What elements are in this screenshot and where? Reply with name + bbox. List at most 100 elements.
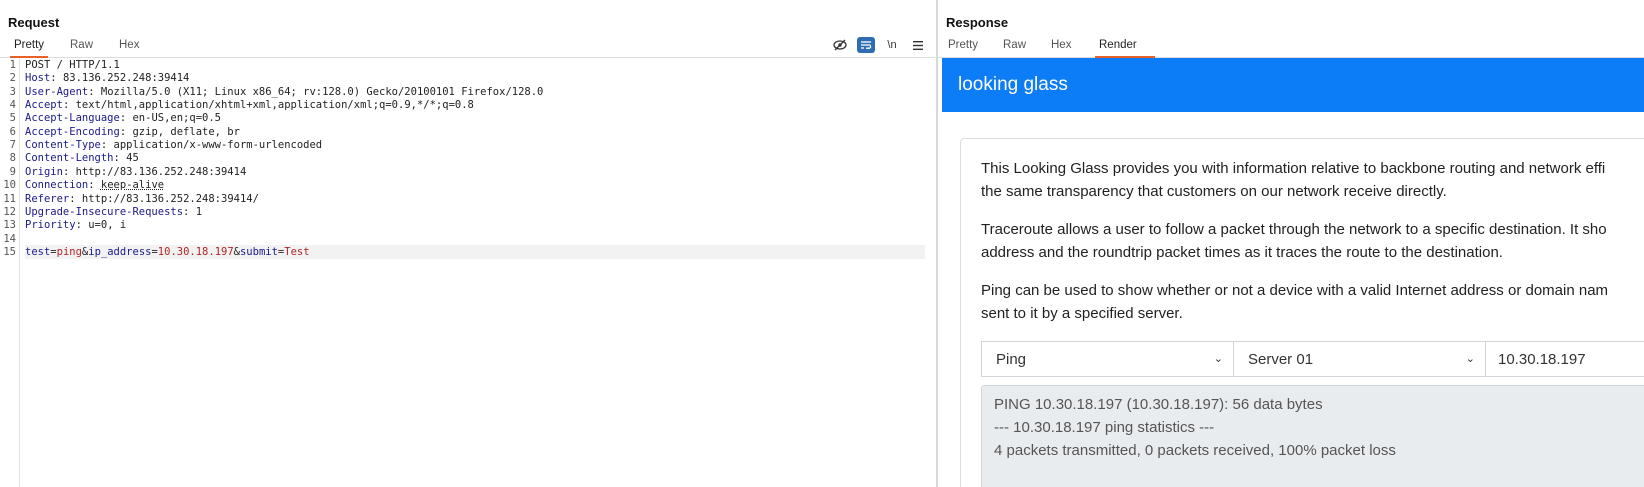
header-value: 1 [195, 205, 203, 218]
request-toolbar: \n [831, 36, 927, 54]
code-line: 10 Connection: keep-alive [0, 178, 925, 192]
header-line: Content-Length: 45 [25, 152, 139, 165]
line-number: 8 [9, 152, 16, 165]
response-title: Response [946, 15, 1009, 30]
output-line: 4 packets transmitted, 0 packets receive… [994, 442, 1396, 459]
chevron-down-icon: ⌄ [1213, 353, 1223, 365]
response-tabs: Pretty Raw Hex Render [938, 38, 1644, 58]
paragraph-line: Ping can be used to show whether or not … [981, 282, 1609, 299]
header-line: Upgrade-Insecure-Requests: 1 [25, 205, 203, 218]
header-value: Mozilla/5.0 (X11; Linux x86_64; rv:128.0… [100, 85, 544, 98]
newline-toggle-button[interactable]: \n [883, 37, 901, 53]
paragraph-line: This Looking Glass provides you with inf… [981, 160, 1606, 177]
eye-slash-icon[interactable] [831, 37, 849, 53]
code-line: 12 Upgrade-Insecure-Requests: 1 [0, 205, 925, 219]
header-line: Accept: text/html,application/xhtml+xml,… [25, 99, 474, 112]
header-name: Accept-Language [25, 112, 120, 125]
line-number: 15 [3, 245, 16, 258]
paragraph-line: address and the roundtrip packet times a… [981, 244, 1503, 261]
line-number: 2 [9, 72, 16, 85]
header-value: text/html,application/xhtml+xml,applicat… [75, 99, 474, 112]
traceroute-paragraph: Traceroute allows a user to follow a pac… [981, 218, 1644, 264]
header-line: Priority: u=0, i [25, 219, 127, 232]
code-line: 13 Priority: u=0, i [0, 218, 925, 232]
test-type-select[interactable]: Ping ⌄ [981, 341, 1234, 377]
header-name: Accept-Encoding [25, 125, 120, 138]
navbar: looking glass [942, 58, 1644, 112]
tab-pretty[interactable]: Pretty [944, 38, 982, 56]
request-editor[interactable]: 1 POST / HTTP/1.1 2 Host: 83.136.252.248:39… [0, 58, 935, 487]
line-number: 3 [9, 85, 16, 98]
code-line: 11 Referer: http://83.136.252.248:39414/ [0, 192, 925, 206]
ip-address-value: 10.30.18.197 [1498, 350, 1586, 368]
code-line: 7 Content-Type: application/x-www-form-ur… [0, 138, 925, 152]
ping-paragraph: Ping can be used to show whether or not … [981, 279, 1644, 325]
header-name: Referer [25, 192, 70, 205]
hamburger-menu-icon[interactable] [909, 37, 927, 53]
line-number: 1 [9, 59, 16, 71]
header-name: Priority [25, 219, 76, 232]
paragraph-line: Traceroute allows a user to follow a pac… [981, 221, 1607, 238]
paragraph-line: sent to it by a specified server. [981, 305, 1183, 322]
tab-hex[interactable]: Hex [1047, 38, 1075, 56]
ping-output: PING 10.30.18.197 (10.30.18.197): 56 dat… [981, 385, 1644, 487]
brand-title[interactable]: looking glass [958, 74, 1068, 96]
code-line: 8 Content-Length: 45 [0, 151, 925, 165]
header-name: Content-Type [25, 139, 101, 152]
param-key: test [25, 245, 51, 258]
line-number: 9 [9, 165, 16, 178]
header-line: Accept-Language: en-US,en;q=0.5 [25, 112, 221, 125]
request-pane: Request Pretty Raw Hex \n 1 POST / HTTP/1… [0, 0, 935, 487]
header-value: application/x-www-form-urlencoded [113, 139, 323, 152]
param-value: 10.30.18.197 [157, 245, 234, 258]
header-name: Accept [25, 99, 63, 112]
header-line: User-Agent: Mozilla/5.0 (X11; Linux x86_… [25, 85, 544, 98]
ip-address-input[interactable]: 10.30.18.197 [1485, 341, 1644, 377]
server-value: Server 01 [1248, 350, 1314, 368]
tab-raw[interactable]: Raw [999, 38, 1030, 56]
word-wrap-icon[interactable] [857, 37, 875, 53]
header-value: keep-alive [100, 179, 165, 192]
line-number: 7 [9, 139, 16, 152]
code-line: 14 [0, 232, 925, 246]
tab-raw[interactable]: Raw [66, 38, 97, 56]
header-value: 45 [126, 152, 139, 165]
response-pane: Response Pretty Raw Hex Render looking g… [938, 0, 1644, 487]
header-line: Content-Type: application/x-www-form-url… [25, 139, 323, 152]
line-number: 10 [3, 179, 16, 192]
line-number: 5 [9, 112, 16, 125]
code-line: 5 Accept-Language: en-US,en;q=0.5 [0, 111, 925, 125]
server-select[interactable]: Server 01 ⌄ [1233, 341, 1486, 377]
header-value: http://83.136.252.248:39414/ [81, 192, 259, 205]
output-line: --- 10.30.18.197 ping statistics --- [994, 419, 1215, 436]
header-value: en-US,en;q=0.5 [132, 112, 221, 125]
param-value: ping [56, 245, 82, 258]
header-line: Host: 83.136.252.248:39414 [25, 72, 190, 85]
line-number: 12 [3, 205, 16, 218]
output-line: PING 10.30.18.197 (10.30.18.197): 56 dat… [994, 396, 1323, 413]
line-number: 6 [9, 125, 16, 138]
code-line: 9 Origin: http://83.136.252.248:39414 [0, 165, 925, 179]
header-value: u=0, i [88, 219, 127, 232]
request-title: Request [8, 15, 60, 30]
header-name: Upgrade-Insecure-Requests [25, 205, 184, 218]
header-line: Connection: keep-alive [25, 179, 165, 192]
header-name: Connection [25, 179, 89, 192]
request-line: POST / HTTP/1.1 [25, 59, 120, 71]
request-tabs: Pretty Raw Hex [0, 38, 935, 58]
code-line: 15 test=ping&ip_address=10.30.18.197&subm… [0, 244, 925, 259]
line-number: 4 [9, 99, 16, 112]
header-line: Accept-Encoding: gzip, deflate, br [25, 125, 240, 138]
param-value: Test [284, 245, 310, 258]
tab-hex[interactable]: Hex [115, 38, 143, 56]
tab-render[interactable]: Render [1095, 38, 1155, 58]
header-name: Host [25, 72, 51, 85]
tab-pretty[interactable]: Pretty [10, 38, 49, 58]
header-name: Content-Length [25, 152, 114, 165]
code-line: 4 Accept: text/html,application/xhtml+xml… [0, 98, 925, 112]
line-number: 11 [3, 192, 16, 205]
param-key: ip_address [88, 245, 152, 258]
code-line: 1 POST / HTTP/1.1 [0, 58, 925, 72]
header-value: 83.136.252.248:39414 [62, 72, 190, 85]
code-line: 2 Host: 83.136.252.248:39414 [0, 71, 925, 85]
